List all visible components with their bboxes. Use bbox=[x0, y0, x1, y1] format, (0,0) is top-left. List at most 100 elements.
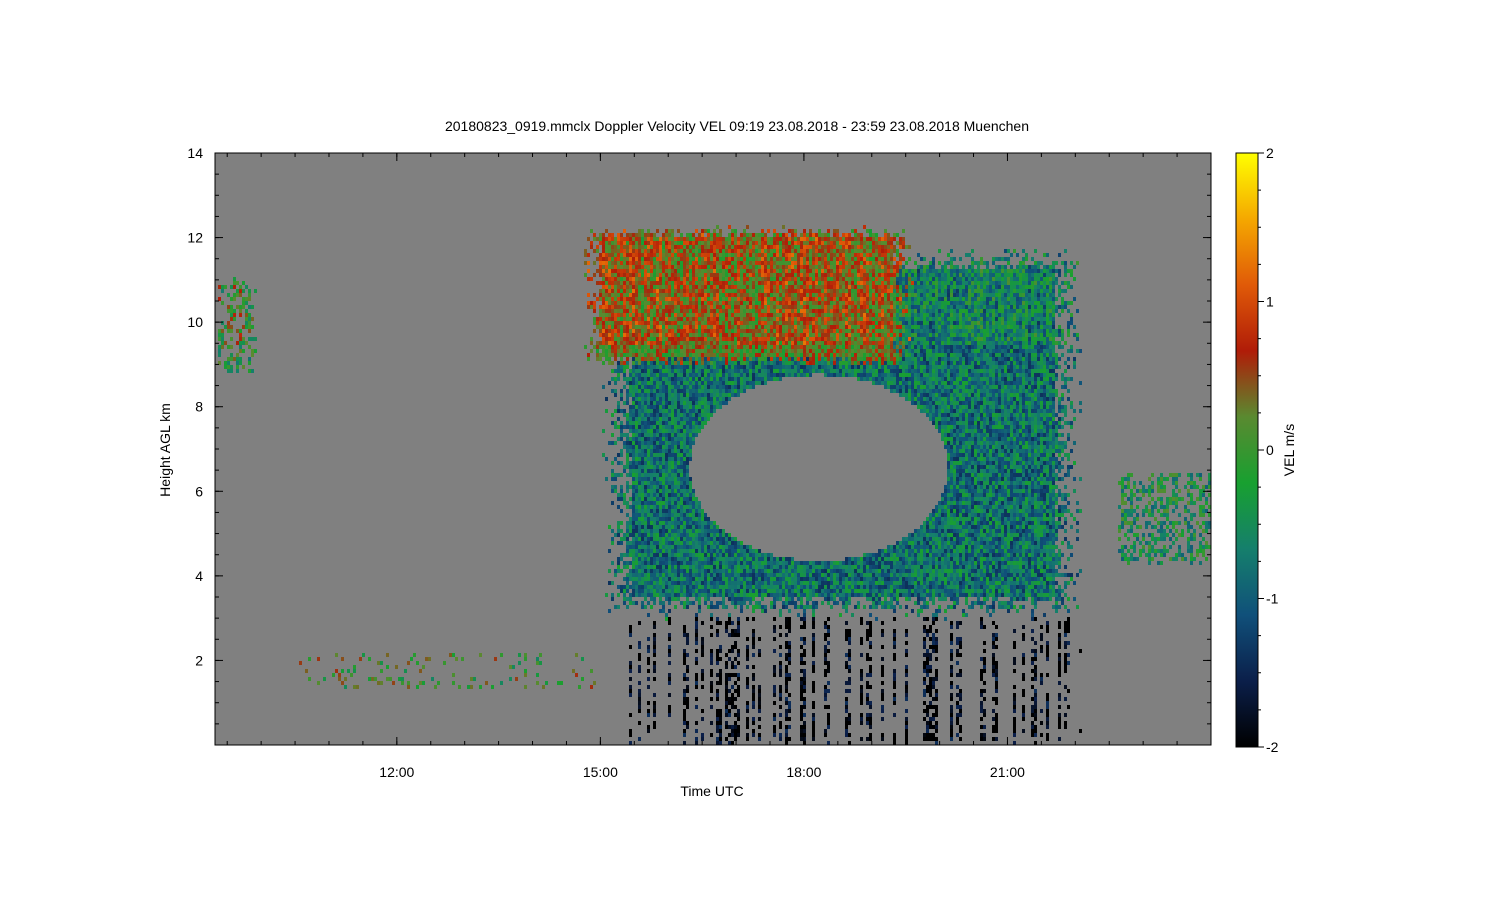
echo-pixel bbox=[752, 297, 755, 301]
echo-pixel bbox=[779, 325, 782, 329]
echo-pixel bbox=[752, 317, 755, 321]
echo-pixel bbox=[761, 605, 764, 609]
echo-pixel bbox=[611, 377, 614, 381]
echo-pixel bbox=[773, 297, 776, 301]
echo-pixel bbox=[611, 561, 614, 565]
echo-pixel bbox=[701, 405, 704, 409]
echo-pixel bbox=[536, 681, 539, 685]
echo-pixel bbox=[734, 673, 737, 677]
echo-pixel bbox=[656, 593, 659, 597]
echo-pixel bbox=[635, 481, 638, 485]
echo-pixel bbox=[692, 389, 695, 393]
echo-pixel bbox=[707, 549, 710, 553]
echo-pixel bbox=[653, 521, 656, 525]
echo-pixel bbox=[218, 285, 221, 289]
echo-pixel bbox=[755, 337, 758, 341]
echo-pixel bbox=[695, 325, 698, 329]
echo-pixel bbox=[653, 465, 656, 469]
echo-pixel bbox=[689, 253, 692, 257]
echo-pixel bbox=[632, 405, 635, 409]
echo-pixel bbox=[704, 561, 707, 565]
echo-pixel bbox=[704, 593, 707, 597]
echo-pixel bbox=[644, 517, 647, 521]
echo-pixel bbox=[632, 497, 635, 501]
echo-pixel bbox=[764, 565, 767, 569]
echo-pixel bbox=[701, 513, 704, 517]
echo-pixel bbox=[704, 389, 707, 393]
echo-pixel bbox=[722, 333, 725, 337]
echo-pixel bbox=[698, 333, 701, 337]
echo-pixel bbox=[683, 553, 686, 557]
echo-pixel bbox=[737, 389, 740, 393]
echo-pixel bbox=[779, 361, 782, 365]
echo-pixel bbox=[629, 269, 632, 273]
echo-pixel bbox=[725, 393, 728, 397]
echo-pixel bbox=[668, 301, 671, 305]
echo-pixel bbox=[668, 437, 671, 441]
echo-pixel bbox=[710, 385, 713, 389]
echo-pixel bbox=[674, 429, 677, 433]
echo-pixel bbox=[221, 333, 224, 337]
echo-pixel bbox=[695, 413, 698, 417]
echo-pixel bbox=[602, 293, 605, 297]
echo-pixel bbox=[722, 373, 725, 377]
echo-pixel bbox=[671, 265, 674, 269]
echo-pixel bbox=[710, 265, 713, 269]
echo-pixel bbox=[776, 557, 779, 561]
echo-pixel bbox=[674, 513, 677, 517]
echo-pixel bbox=[749, 565, 752, 569]
echo-pixel bbox=[695, 373, 698, 377]
echo-pixel bbox=[653, 661, 656, 665]
echo-pixel bbox=[782, 265, 785, 269]
echo-pixel bbox=[689, 593, 692, 597]
echo-pixel bbox=[692, 397, 695, 401]
echo-pixel bbox=[635, 289, 638, 293]
echo-pixel bbox=[725, 365, 728, 369]
echo-pixel bbox=[770, 569, 773, 573]
echo-pixel bbox=[599, 353, 602, 357]
echo-pixel bbox=[647, 337, 650, 341]
echo-pixel bbox=[641, 345, 644, 349]
echo-pixel bbox=[677, 593, 680, 597]
echo-pixel bbox=[707, 325, 710, 329]
echo-pixel bbox=[644, 505, 647, 509]
echo-pixel bbox=[713, 277, 716, 281]
echo-pixel bbox=[680, 309, 683, 313]
echo-pixel bbox=[623, 261, 626, 265]
echo-pixel bbox=[725, 565, 728, 569]
echo-pixel bbox=[644, 573, 647, 577]
echo-pixel bbox=[692, 253, 695, 257]
echo-pixel bbox=[752, 329, 755, 333]
echo-pixel bbox=[656, 393, 659, 397]
echo-pixel bbox=[626, 453, 629, 457]
echo-pixel bbox=[614, 533, 617, 537]
echo-pixel bbox=[677, 301, 680, 305]
echo-pixel bbox=[713, 381, 716, 385]
echo-pixel bbox=[722, 589, 725, 593]
echo-pixel bbox=[758, 333, 761, 337]
echo-pixel bbox=[635, 329, 638, 333]
echo-pixel bbox=[623, 329, 626, 333]
echo-pixel bbox=[662, 565, 665, 569]
echo-pixel bbox=[764, 593, 767, 597]
echo-pixel bbox=[626, 301, 629, 305]
echo-pixel bbox=[707, 345, 710, 349]
echo-pixel bbox=[749, 585, 752, 589]
echo-pixel bbox=[644, 377, 647, 381]
echo-pixel bbox=[710, 341, 713, 345]
echo-pixel bbox=[770, 265, 773, 269]
echo-pixel bbox=[737, 553, 740, 557]
echo-pixel bbox=[641, 509, 644, 513]
echo-pixel bbox=[536, 661, 539, 665]
echo-pixel bbox=[701, 541, 704, 545]
echo-pixel bbox=[644, 561, 647, 565]
echo-pixel bbox=[662, 429, 665, 433]
echo-pixel bbox=[749, 573, 752, 577]
echo-pixel bbox=[734, 641, 737, 645]
echo-pixel bbox=[686, 705, 689, 709]
echo-pixel bbox=[692, 489, 695, 493]
echo-pixel bbox=[602, 249, 605, 253]
echo-pixel bbox=[704, 249, 707, 253]
echo-pixel bbox=[782, 273, 785, 277]
echo-pixel bbox=[674, 425, 677, 429]
